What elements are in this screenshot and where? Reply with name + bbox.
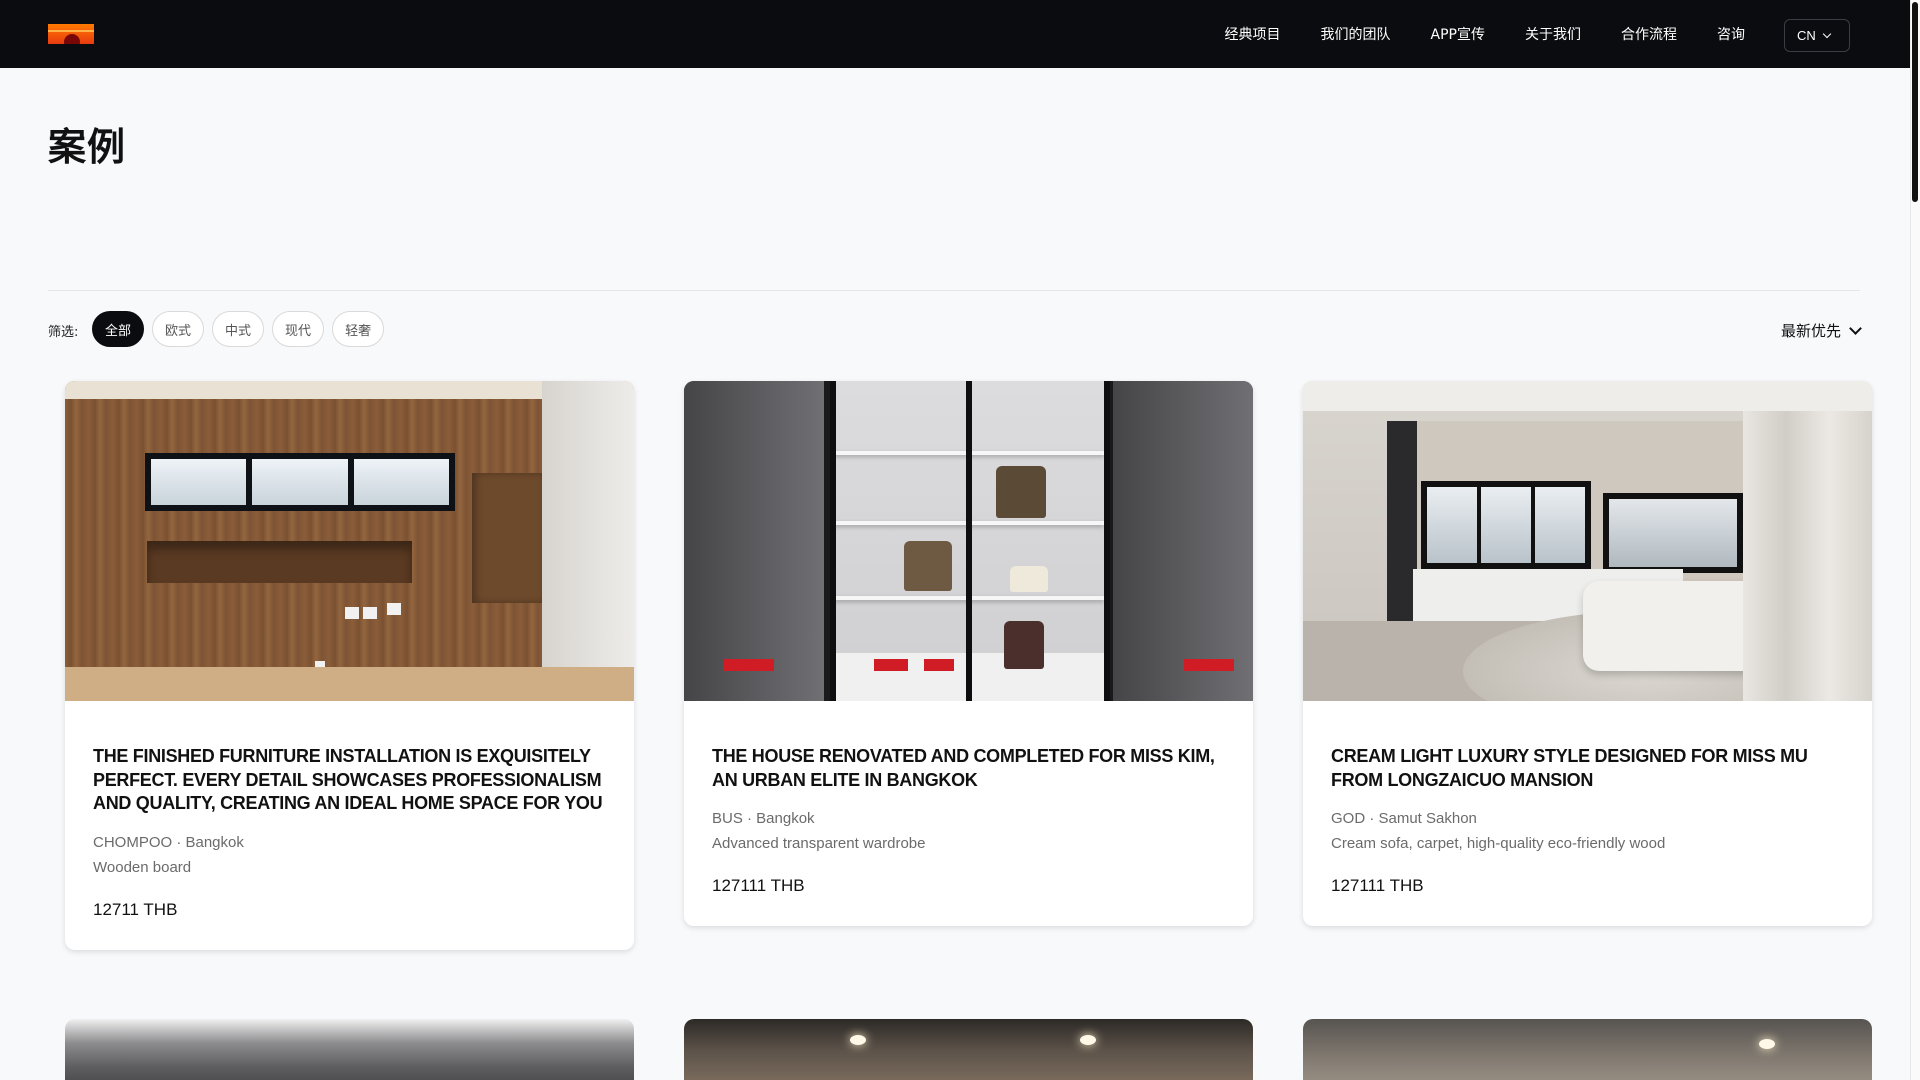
page-title: 案例 [48,125,127,169]
filter-chip-chinese[interactable]: 中式 [212,311,265,347]
case-title: THE FINISHED FURNITURE INSTALLATION IS E… [93,746,603,813]
case-material: Advanced transparent wardrobe [712,835,926,852]
filter-chip-all[interactable]: 全部 [92,311,145,347]
sort-label: 最新优先 [1780,322,1841,340]
case-card[interactable]: THE FINISHED FURNITURE INSTALLATION IS E… [65,381,634,950]
nav-link-classic-projects[interactable]: 经典项目 [1225,24,1281,44]
case-image [65,381,634,701]
scrollbar-thumb[interactable] [1912,2,1918,202]
filter-chip-european[interactable]: 欧式 [152,311,205,347]
case-price: 127111 THB [712,876,805,895]
nav-link-about[interactable]: 关于我们 [1525,24,1581,44]
case-title: THE HOUSE RENOVATED AND COMPLETED FOR MI… [712,746,1215,790]
case-material: Wooden board [93,858,192,876]
filter-chip-modern[interactable]: 现代 [272,311,325,347]
top-nav: 经典项目 我们的团队 APP宣传 关于我们 合作流程 咨询 CN [0,0,1910,68]
case-price: 12711 THB [93,899,178,919]
case-material: Cream sofa, carpet, high-quality eco-fri… [1331,835,1666,852]
filter-label: 筛选: [48,325,79,340]
chevron-down-icon [1849,321,1862,335]
filter-chips: 全部 欧式 中式 现代 轻奢 [92,311,385,347]
case-title: CREAM LIGHT LUXURY STYLE DESIGNED FOR MI… [1331,746,1808,790]
nav-link-process[interactable]: 合作流程 [1621,24,1677,44]
case-card-image-partial[interactable] [684,1019,1253,1080]
brand-logo[interactable] [48,24,94,44]
case-card-image-partial[interactable] [1303,1019,1872,1080]
nav-links: 经典项目 我们的团队 APP宣传 关于我们 合作流程 咨询 [1225,0,1745,68]
filter-chip-light-luxury[interactable]: 轻奢 [332,311,385,347]
nav-link-our-team[interactable]: 我们的团队 [1321,24,1391,44]
language-label: CN [1797,28,1816,43]
case-card-image-partial[interactable] [65,1019,634,1080]
case-client-location: BUS · Bangkok [712,810,815,827]
case-price: 127111 THB [1331,876,1424,895]
chevron-down-icon [1822,29,1832,39]
case-card[interactable]: THE HOUSE RENOVATED AND COMPLETED FOR MI… [684,381,1253,926]
sort-dropdown[interactable]: 最新优先 [1780,320,1862,341]
language-selector[interactable]: CN [1784,19,1850,52]
case-client-location: CHOMPOO · Bangkok [93,833,244,851]
case-image [1303,381,1872,701]
nav-link-consult[interactable]: 咨询 [1717,24,1745,44]
nav-link-app[interactable]: APP宣传 [1431,24,1485,44]
case-image [684,381,1253,701]
case-card[interactable]: CREAM LIGHT LUXURY STYLE DESIGNED FOR MI… [1303,381,1872,926]
case-client-location: GOD · Samut Sakhon [1331,810,1477,827]
divider [48,290,1860,291]
